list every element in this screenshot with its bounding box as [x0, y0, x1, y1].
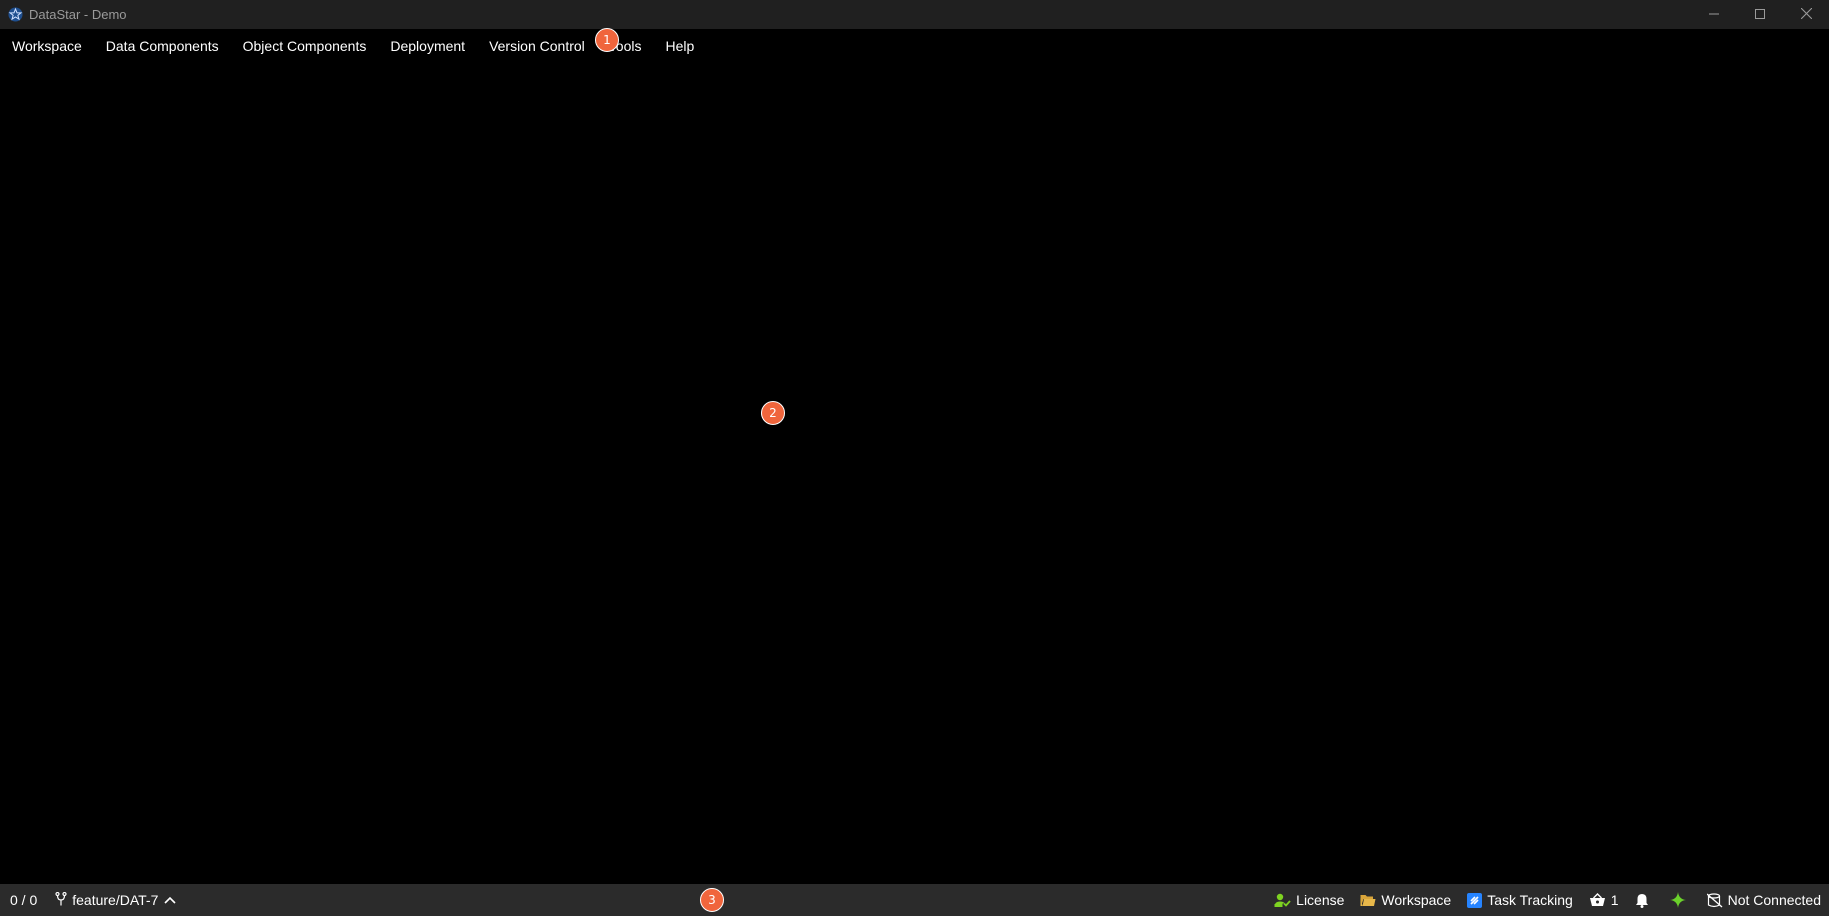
window-controls — [1691, 0, 1829, 29]
close-button[interactable] — [1783, 0, 1829, 29]
menu-deployment[interactable]: Deployment — [378, 29, 477, 63]
chevron-up-icon — [164, 896, 181, 904]
branch-selector[interactable]: feature/DAT-7 — [55, 891, 181, 909]
connection-status[interactable]: Not Connected — [1706, 892, 1821, 908]
workspace-button[interactable]: Workspace — [1360, 892, 1451, 908]
task-tracking-button[interactable]: Task Tracking — [1467, 892, 1573, 908]
bell-icon — [1635, 893, 1649, 908]
datastar-star-icon — [7, 7, 23, 23]
basket-count: 1 — [1610, 892, 1619, 908]
menu-workspace[interactable]: Workspace — [0, 29, 94, 63]
menu-version-control[interactable]: Version Control — [477, 29, 597, 63]
annotation-badge-3: 3 — [700, 888, 724, 912]
change-count: 0 / 0 — [10, 892, 38, 908]
menu-data-components[interactable]: Data Components — [94, 29, 231, 63]
main-content-area — [0, 63, 1829, 884]
disconnected-database-icon — [1706, 892, 1723, 908]
basket-icon — [1589, 893, 1606, 907]
jira-icon — [1467, 892, 1483, 908]
ai-assistant-button[interactable] — [1669, 892, 1691, 908]
license-button[interactable]: License — [1274, 892, 1344, 908]
license-label: License — [1296, 892, 1345, 908]
close-icon — [1800, 6, 1812, 24]
menu-bar: Workspace Data Components Object Compone… — [0, 29, 1829, 63]
notifications-button[interactable] — [1635, 893, 1654, 908]
branch-name: feature/DAT-7 — [72, 892, 159, 908]
maximize-button[interactable] — [1737, 0, 1783, 29]
task-tracking-label: Task Tracking — [1487, 892, 1573, 908]
status-right: License Workspace Task Tracking 1 Not Co… — [1258, 884, 1821, 916]
status-left: 0 / 0 feature/DAT-7 — [0, 884, 181, 916]
annotation-badge-1: 1 — [595, 28, 619, 52]
maximize-icon — [1755, 6, 1765, 24]
sparkle-icon — [1669, 892, 1686, 908]
connection-label: Not Connected — [1727, 892, 1821, 908]
user-check-icon — [1274, 893, 1291, 908]
app-window: DataStar - Demo Workspace Data Component… — [0, 0, 1829, 916]
annotation-badge-2: 2 — [761, 401, 785, 425]
git-branch-icon — [55, 891, 72, 909]
minimize-icon — [1709, 6, 1719, 24]
window-title: DataStar - Demo — [29, 7, 127, 22]
basket-button[interactable]: 1 — [1589, 892, 1619, 908]
menu-help[interactable]: Help — [653, 29, 706, 63]
title-bar: DataStar - Demo — [0, 0, 1829, 29]
menu-object-components[interactable]: Object Components — [231, 29, 379, 63]
workspace-label: Workspace — [1381, 892, 1452, 908]
status-bar: 0 / 0 feature/DAT-7 3 License Workspace … — [0, 884, 1829, 916]
folder-icon — [1360, 894, 1376, 907]
minimize-button[interactable] — [1691, 0, 1737, 29]
